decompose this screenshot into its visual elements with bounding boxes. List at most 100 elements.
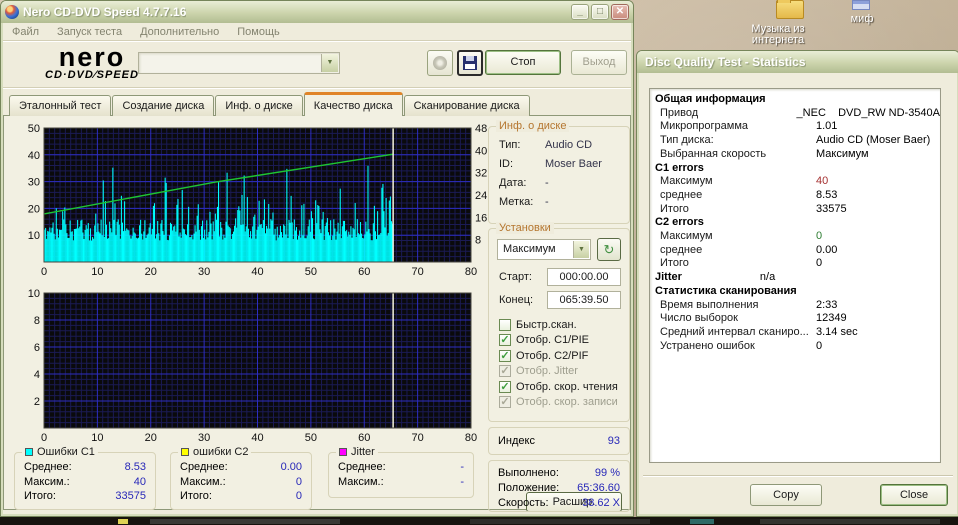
index-label: Индекс: [498, 435, 535, 447]
stat-label: Максим.:: [338, 476, 384, 488]
refresh-button[interactable]: ↻: [597, 238, 621, 261]
stats-row: Привод_NEC DVD_RW ND-3540A: [650, 107, 940, 121]
svg-text:2: 2: [34, 396, 40, 408]
checkbox-label: Быстр.скан.: [516, 319, 577, 331]
stat-value: 0.00: [281, 461, 302, 473]
start-field[interactable]: 000:00.00: [547, 268, 621, 286]
stats-row-value: 40: [816, 175, 828, 189]
stat-row: Среднее:8.53: [24, 461, 146, 473]
progress-row: Выполнено:99 %: [498, 467, 620, 479]
svg-text:40: 40: [28, 150, 40, 162]
stat-group-1: ошибки C2Среднее:0.00Максим.:0Итого:0: [170, 452, 312, 510]
close-dialog-button[interactable]: Close: [880, 484, 948, 506]
stat-row: Среднее: 0.00: [180, 461, 302, 473]
stat-value: 40: [134, 476, 146, 488]
disc-info-value: -: [545, 196, 549, 208]
stat-group-2: JitterСреднее:-Максим.:-: [328, 452, 474, 498]
disc-info-label: Дата:: [499, 177, 545, 189]
stat-group-title: Jitter: [351, 446, 375, 458]
stat-row: Среднее:-: [338, 461, 464, 473]
disc-info-row: ID:Moser Baer: [499, 158, 602, 170]
checkbox-icon: [499, 319, 511, 331]
menu-item-1[interactable]: Запуск теста: [48, 26, 131, 38]
stats-row: Средний интервал сканиро...3.14 sec: [650, 326, 940, 340]
checkbox-3: ✓Отобр. Jitter: [499, 364, 578, 379]
svg-text:30: 30: [198, 266, 210, 278]
stats-row: Число выборок12349: [650, 312, 940, 326]
stat-group-title: Ошибки C1: [37, 446, 95, 458]
menu-item-0[interactable]: Файл: [3, 26, 48, 38]
close-button[interactable]: ✕: [611, 4, 629, 20]
checkbox-2[interactable]: ✓Отобр. C2/PIF: [499, 348, 588, 363]
stat-label: Среднее:: [180, 461, 228, 473]
desktop-icon-label[interactable]: Музыка изинтернета: [728, 24, 828, 46]
progress-value: 65:36.60: [577, 482, 620, 494]
tab-0[interactable]: Эталонный тест: [9, 95, 111, 116]
stat-label: Среднее:: [338, 461, 386, 473]
stats-section-title: Общая информация: [655, 93, 766, 107]
stat-value: 33575: [115, 490, 146, 502]
tab-2[interactable]: Инф. о диске: [215, 95, 302, 116]
drive-select-combobox[interactable]: [0:0] _NEC DVD_RW ND-3540A 1.01 ▼: [138, 52, 340, 74]
svg-text:80: 80: [465, 432, 477, 444]
svg-text:16: 16: [475, 212, 487, 224]
title-bar[interactable]: Nero CD-DVD Speed 4.7.7.16 _ □ ✕: [1, 1, 633, 23]
stats-section-header: Jittern/a: [650, 271, 940, 285]
checkbox-4[interactable]: ✓Отобр. скор. чтения: [499, 379, 618, 394]
checkbox-0[interactable]: Быстр.скан.: [499, 317, 577, 332]
svg-text:10: 10: [28, 288, 40, 300]
save-button[interactable]: [457, 50, 483, 76]
disc-info-row: Метка:-: [499, 196, 549, 208]
stats-section-title: Статистика сканирования: [655, 285, 797, 299]
taskbar-strip: [0, 517, 958, 525]
folder-icon[interactable]: [776, 0, 804, 19]
svg-text:10: 10: [28, 230, 40, 242]
stats-row-value: Audio CD (Moser Baer): [816, 134, 930, 148]
stats-row-label: Время выполнения: [660, 299, 816, 313]
c2-errors-chart: 24681001020304050607080: [4, 288, 488, 446]
start-label: Старт:: [499, 268, 543, 286]
stats-section-header: Общая информация: [650, 93, 940, 107]
svg-text:50: 50: [305, 432, 317, 444]
stat-label: Итого:: [180, 490, 212, 502]
disc-info-value: -: [545, 177, 549, 189]
menu-item-3[interactable]: Помощь: [228, 26, 289, 38]
chevron-down-icon[interactable]: ▼: [321, 54, 338, 72]
svg-text:40: 40: [251, 266, 263, 278]
desktop-icon-label[interactable]: миф: [832, 14, 892, 25]
end-field[interactable]: 065:39.50: [547, 291, 621, 309]
eject-button[interactable]: [427, 50, 453, 76]
app-icon[interactable]: [852, 0, 870, 10]
checkbox-1[interactable]: ✓Отобр. C1/PIE: [499, 333, 589, 348]
statistics-title-bar[interactable]: Disc Quality Test - Statistics: [637, 51, 958, 73]
checkbox-label: Отобр. C1/PIE: [516, 334, 589, 346]
svg-text:48: 48: [475, 123, 487, 135]
svg-text:0: 0: [41, 432, 47, 444]
chevron-down-icon[interactable]: ▼: [573, 241, 589, 258]
stats-section-title: C1 errors: [655, 162, 704, 176]
stop-button[interactable]: Стоп: [485, 50, 561, 75]
svg-text:8: 8: [475, 235, 481, 247]
tab-1[interactable]: Создание диска: [112, 95, 214, 116]
stats-row: среднее8.53: [650, 189, 940, 203]
tab-4[interactable]: Сканирование диска: [404, 95, 530, 116]
stats-row-label: среднее: [660, 189, 816, 203]
menu-item-2[interactable]: Дополнительно: [131, 26, 228, 38]
disc-info-value: Audio CD: [545, 139, 592, 151]
checkbox-label: Отобр. скор. записи: [516, 396, 618, 408]
svg-text:8: 8: [34, 315, 40, 327]
exit-button[interactable]: Выход: [571, 50, 627, 75]
stats-row-value: _NEC DVD_RW ND-3540A: [797, 107, 940, 121]
svg-text:20: 20: [145, 432, 157, 444]
stats-row-label: Максимум: [660, 230, 816, 244]
speed-select[interactable]: Максимум ▼: [497, 239, 591, 260]
progress-value: 99 %: [595, 467, 620, 479]
stats-row-value: 3.14 sec: [816, 326, 858, 340]
minimize-button[interactable]: _: [571, 4, 589, 20]
svg-text:20: 20: [28, 203, 40, 215]
copy-button[interactable]: Copy: [750, 484, 822, 506]
stat-label: Максим.:: [180, 476, 226, 488]
maximize-button[interactable]: □: [591, 4, 609, 20]
tab-3[interactable]: Качество диска: [304, 92, 403, 116]
separator: [643, 475, 953, 476]
